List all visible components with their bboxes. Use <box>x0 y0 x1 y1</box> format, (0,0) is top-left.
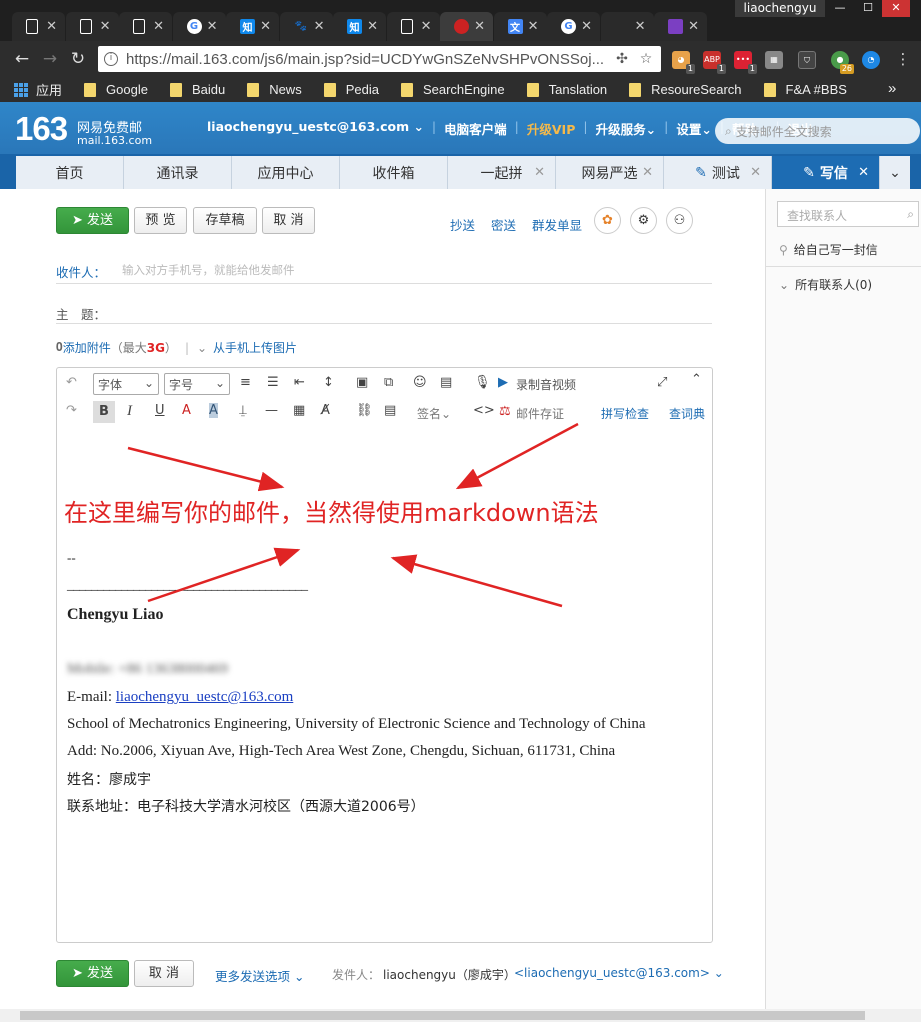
person-icon: ⚲ <box>779 243 788 257</box>
arrow-bottom-left <box>147 547 301 603</box>
send-icon: ➤ <box>71 966 87 981</box>
more-send-options-link[interactable]: 更多发送选项 ⌄ <box>215 966 304 985</box>
chevron-down-icon: ⌄ <box>779 278 790 292</box>
write-self-link[interactable]: ⚲ 给自己写一封信 <box>779 241 878 258</box>
sidebar-divider <box>766 266 921 267</box>
sender-label: 发件人： <box>332 968 381 982</box>
sender-email-select[interactable]: <liaochengyu_uestc@163.com> ⌄ <box>514 966 724 980</box>
bottom-send-button[interactable]: ➤ 发送 <box>56 960 129 987</box>
search-icon: ⌕ <box>907 207 914 221</box>
contact-search-input[interactable]: 查找联系人 ⌕ <box>777 201 919 227</box>
horizontal-scrollbar[interactable] <box>0 1009 921 1022</box>
arrow-top-right <box>455 422 579 490</box>
sender-name: liaochengyu（廖成宇） <box>383 968 516 982</box>
arrow-bottom-right <box>390 554 563 608</box>
scrollbar-thumb[interactable] <box>20 1011 865 1020</box>
arrow-top-left <box>127 446 285 492</box>
all-contacts-group[interactable]: ⌄ 所有联系人(0) <box>779 276 872 293</box>
contacts-sidebar: 查找联系人 ⌕ ⚲ 给自己写一封信 ⌄ 所有联系人(0) <box>765 189 921 1009</box>
bottom-cancel-button[interactable]: 取 消 <box>134 960 194 987</box>
